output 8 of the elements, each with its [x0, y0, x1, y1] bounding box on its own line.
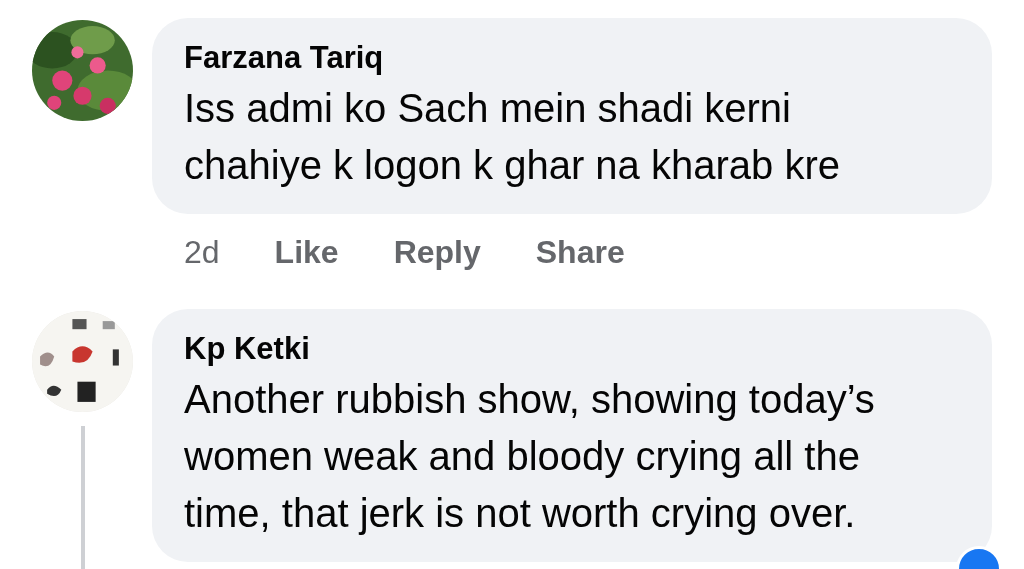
- comment-text: Another rubbish show, showing today’s women weak and bloody crying all the time, that jerk is not worth crying over.: [184, 376, 876, 537]
- action-link[interactable]: Reply: [393, 234, 481, 271]
- comment-text: Iss admi ko Sach mein shadi kerni chahiye k logon k ghar na kharab kre: [184, 85, 841, 189]
- author-name[interactable]: Kp Ketki: [184, 331, 960, 367]
- action-link[interactable]: Like: [274, 234, 339, 271]
- timestamp: 2d: [184, 234, 220, 271]
- author-name[interactable]: Farzana Tariq: [184, 40, 960, 76]
- action-link[interactable]: Share: [535, 234, 625, 271]
